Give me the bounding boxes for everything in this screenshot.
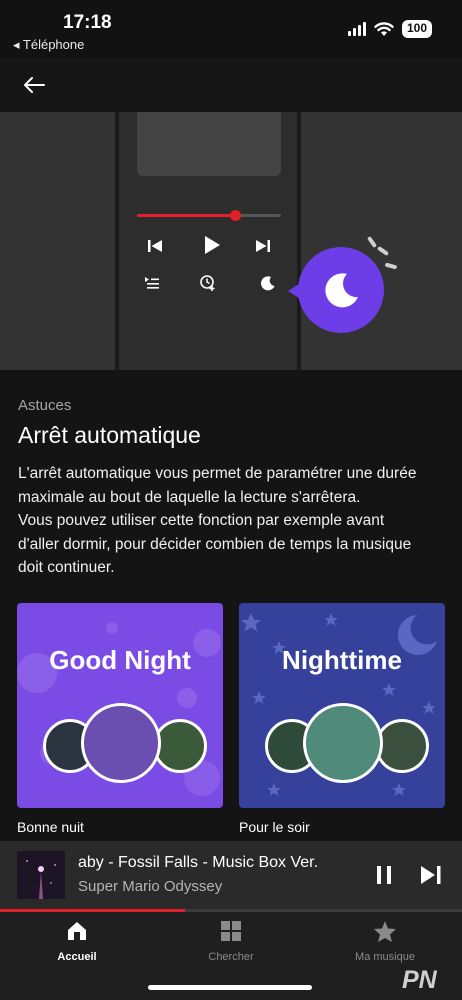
tab-home[interactable]: Accueil [0,920,154,976]
playlist-title: Good Night [49,645,191,675]
thumbnail-image [81,703,161,783]
status-icons: 100 [347,20,432,38]
tab-label: Chercher [208,951,254,963]
playlist-title: Nighttime [282,645,402,675]
status-bar: 17:18 ◂ Téléphone 100 [0,0,462,58]
grid-icon [154,920,308,946]
spark-mark [384,262,398,270]
phone-illustration [115,112,301,370]
phone-progress-track [137,210,281,221]
playlist-caption: Pour le soir [239,819,310,835]
timer-add-icon [197,272,219,294]
phone-progress-knob [229,210,241,221]
wifi-icon [374,21,394,36]
thumbnail-image [153,719,207,773]
back-to-app-link[interactable]: ◂ Téléphone [13,37,84,53]
playlist-card-good-night[interactable]: Good Night Bonne nuit [17,603,223,835]
spark-mark [366,235,378,249]
track-subtitle: Super Mario Odyssey [78,878,223,895]
app-header [0,58,462,112]
skip-previous-icon [145,236,165,256]
tab-my-music[interactable]: Ma musique [308,920,462,976]
next-track-button[interactable] [417,861,445,889]
description-line: d'aller dormir, pour décider combien de … [18,535,412,553]
pause-icon [377,866,391,884]
description-line: maximale au bout de laquelle la lecture … [18,488,361,506]
tab-search[interactable]: Chercher [154,920,308,976]
arrow-left-icon [24,77,45,93]
track-title: aby - Fossil Falls - Music Box Ver. [78,854,319,871]
thumbnail-image [375,719,429,773]
battery-icon: 100 [401,20,432,38]
skip-next-icon [421,866,441,884]
playlist-carousel: Good Night Bonne nuit Nighttime Pour le … [17,603,462,839]
section-title: Arrêt automatique [18,422,201,448]
pause-button[interactable] [370,861,398,889]
tab-label: Accueil [57,951,97,963]
spark-mark [376,245,390,257]
thumbnail-image [303,703,383,783]
watermark-logo: PN [402,966,437,994]
description-line: Vous pouvez utiliser cette fonction par … [18,512,385,529]
sleep-timer-bubble [298,247,384,333]
moon-icon [257,272,279,294]
moon-icon [325,273,358,308]
home-icon [0,920,154,946]
playlist-cover: Good Night [17,603,223,808]
tip-description: L'arrêt automatique vous permet de param… [18,462,448,580]
play-icon [199,232,225,258]
signal-icon [347,22,366,36]
status-time: 17:18 [63,12,112,33]
hero-illustration [0,112,462,370]
star-icon [308,920,462,946]
section-label: Astuces [18,397,72,414]
album-art-image [17,851,65,899]
home-indicator[interactable] [148,985,312,990]
mini-player[interactable]: aby - Fossil Falls - Music Box Ver. Supe… [0,841,462,909]
tab-label: Ma musique [355,951,415,963]
phone-screen [137,112,281,176]
skip-next-icon [253,236,273,256]
queue-icon [141,272,163,294]
playlist-card-nighttime[interactable]: Nighttime Pour le soir [239,603,445,835]
album-art [17,851,65,899]
playlist-cover: Nighttime [239,603,445,808]
phone-progress-fill [137,214,235,217]
description-line: doit continuer. [18,559,115,576]
playlist-caption: Bonne nuit [17,819,84,835]
description-line: L'arrêt automatique vous permet de param… [18,465,417,482]
back-button[interactable] [18,71,50,99]
